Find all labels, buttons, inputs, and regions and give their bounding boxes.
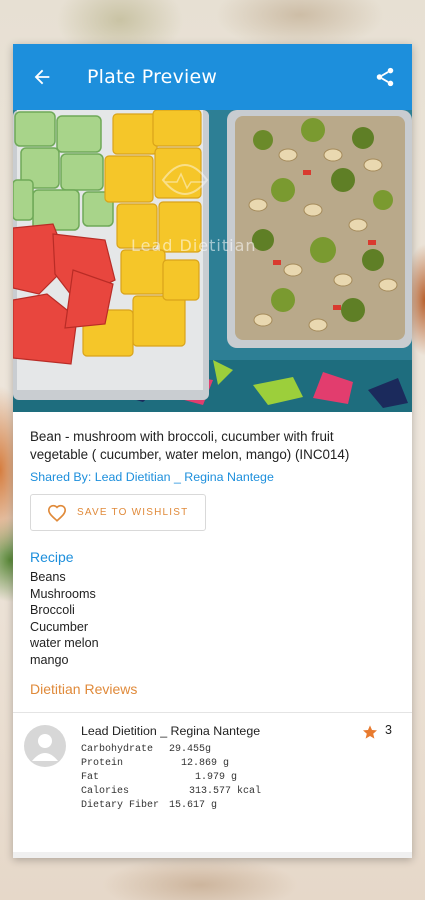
page-title: Plate Preview xyxy=(87,66,218,88)
star-icon xyxy=(363,724,377,739)
wishlist-label: SAVE TO WISHLIST xyxy=(77,507,189,518)
app-bar: Plate Preview xyxy=(13,44,412,110)
nutrition-row: Dietary Fiber 15.617 g xyxy=(81,799,261,813)
ingredient-item: Broccoli xyxy=(30,603,75,618)
nutrient-name: Protein xyxy=(81,757,124,769)
dietitian-reviews-heading: Dietitian Reviews xyxy=(30,680,138,697)
nutrition-table: Carbohydrate 29.455g Protein 12.869 g Fa… xyxy=(81,743,261,813)
nutrient-name: Fat xyxy=(81,771,100,783)
card-bottom-edge xyxy=(13,852,412,858)
ingredient-item: Beans xyxy=(30,570,66,584)
meal-photo: Lead Dietitian xyxy=(13,110,412,412)
nutrition-row: Carbohydrate 29.455g xyxy=(81,743,261,757)
ingredient-item: mango xyxy=(30,652,69,667)
shared-by-link[interactable]: Shared By: Lead Dietitian _ Regina Nante… xyxy=(30,470,395,484)
review-item[interactable]: Lead Dietition _ Regina Nantege 3 Carboh… xyxy=(13,713,412,818)
meal-photo-image xyxy=(13,110,412,412)
nutrition-row: Fat 1.979 g xyxy=(81,771,261,785)
ingredient-item: water melon xyxy=(30,636,99,651)
nutrient-value: 15.617 g xyxy=(169,799,218,811)
nutrient-name: Calories xyxy=(81,785,130,797)
rating-value: 3 xyxy=(385,722,392,737)
ingredient-item: Cucumber xyxy=(30,619,89,634)
photo-watermark: Lead Dietitian xyxy=(131,236,257,255)
person-icon xyxy=(32,733,58,761)
nutrition-row: Protein 12.869 g xyxy=(81,757,261,771)
save-to-wishlist-button[interactable]: SAVE TO WISHLIST xyxy=(30,494,206,531)
heart-outline-icon xyxy=(47,504,67,522)
ingredient-list: Beans Mushrooms Broccoli Cucumber water … xyxy=(30,569,395,669)
arrow-back-icon xyxy=(34,69,50,85)
nutrition-row: Calories 313.577 kcal xyxy=(81,785,261,799)
ingredient-item: Mushrooms xyxy=(30,586,96,601)
nutrient-name: Carbohydrate xyxy=(81,743,154,755)
meal-title: Bean - mushroom with broccoli, cucumber … xyxy=(30,429,350,462)
nutrient-value: 12.869 g xyxy=(180,757,229,769)
recipe-heading: Recipe xyxy=(30,549,74,565)
nutrient-value: 29.455g xyxy=(169,743,212,755)
nutrient-name: Dietary Fiber xyxy=(81,799,160,811)
nutrient-value: 1.979 g xyxy=(194,771,237,783)
reviewer-name: Lead Dietition _ Regina Nantege xyxy=(81,723,261,738)
share-button[interactable] xyxy=(370,62,400,92)
back-button[interactable] xyxy=(13,44,71,110)
share-icon xyxy=(376,67,394,87)
plate-preview-card: Plate Preview Lead Dietitian Bean - mush… xyxy=(13,44,412,858)
nutrient-value: 313.577 kcal xyxy=(188,785,261,797)
avatar xyxy=(24,724,66,767)
